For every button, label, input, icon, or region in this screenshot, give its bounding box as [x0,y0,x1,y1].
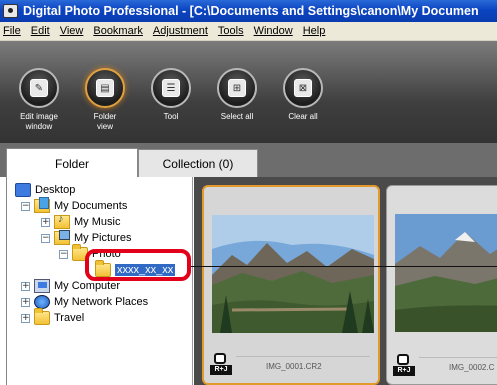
thumbnail-filename: IMG_0001.CR2 [266,362,322,371]
app-window: Digital Photo Professional - [C:\Documen… [0,0,497,385]
tree-item-my-pictures[interactable]: − My Pictures [41,230,131,246]
menu-file[interactable]: File [3,25,21,37]
thumbnail-filename: IMG_0002.C [449,363,495,372]
desktop-icon [15,183,31,197]
tree-label-my-pictures: My Pictures [74,232,132,244]
title-bar: Digital Photo Professional - [C:\Documen… [0,0,497,22]
camera-raw-icon: R+J [210,353,232,377]
expand-icon[interactable]: + [21,313,30,323]
tree-item-desktop[interactable]: Desktop [15,182,75,198]
menu-adjustment[interactable]: Adjustment [153,25,208,37]
my-documents-icon [34,197,50,213]
clear-all-label: Clear all [288,112,318,121]
select-all-icon: ⊞ [228,79,246,97]
edit-image-icon: ✎ [30,79,48,97]
thumbnail-item[interactable]: R+J IMG_0001.CR2 [202,185,380,385]
tree-label-desktop: Desktop [35,184,76,196]
expand-icon[interactable]: + [21,297,30,307]
menu-view[interactable]: View [60,25,84,37]
network-icon [34,295,50,309]
folder-view-button[interactable]: ▤ Folder view [72,68,138,143]
tool-palette-icon: ☰ [162,79,180,97]
tree-label-my-network: My Network Places [54,296,149,308]
thumbnail-area: R+J IMG_0001.CR2 R+J IMG_0002.C [194,177,497,385]
folder-tree: Desktop − My Documents + My Music − My P… [6,177,193,385]
tree-label-my-computer: My Computer [54,280,121,292]
my-computer-icon [34,279,50,293]
my-music-icon [54,213,70,229]
collapse-icon[interactable]: − [59,249,68,259]
expand-icon[interactable]: + [21,281,30,291]
highlight-callout [85,249,191,281]
tree-label-my-documents: My Documents [54,200,128,212]
menu-bookmark[interactable]: Bookmark [93,25,143,37]
tool-label: Tool [163,112,179,121]
collapse-icon[interactable]: − [21,201,30,211]
toolbar: ✎ Edit image window ▤ Folder view ☰ Tool… [0,41,497,143]
callout-line [191,266,497,267]
select-all-label: Select all [220,112,254,121]
tree-item-my-music[interactable]: + My Music [41,213,121,230]
my-pictures-icon [54,230,70,245]
window-title: Digital Photo Professional - [C:\Documen… [23,4,479,18]
clear-all-button[interactable]: ⊠ Clear all [270,68,336,143]
app-icon [3,4,18,18]
tree-label-travel: Travel [54,312,85,324]
tree-item-my-documents[interactable]: − My Documents [21,197,128,214]
menu-edit[interactable]: Edit [31,25,50,37]
tree-item-travel[interactable]: + Travel [21,308,85,326]
menu-help[interactable]: Help [303,25,326,37]
menu-tools[interactable]: Tools [218,25,244,37]
menu-bar: File Edit View Bookmark Adjustment Tools… [0,22,497,41]
tab-folder[interactable]: Folder [6,148,138,178]
panel-tabs: Folder Collection (0) [0,143,497,178]
tree-label-my-music: My Music [74,216,121,228]
tab-collection[interactable]: Collection (0) [138,149,258,177]
collapse-icon[interactable]: − [41,233,50,243]
thumbnail-item[interactable]: R+J IMG_0002.C [386,185,497,385]
select-all-button[interactable]: ⊞ Select all [204,68,270,143]
camera-raw-icon: R+J [393,354,415,378]
clear-all-icon: ⊠ [294,79,312,97]
expand-icon[interactable]: + [41,217,50,227]
folder-view-label: Folder view [93,112,117,131]
tool-button[interactable]: ☰ Tool [138,68,204,143]
folder-icon [34,308,50,325]
thumbnail-image [212,215,374,333]
edit-image-window-label: Edit image window [20,112,58,131]
edit-image-window-button[interactable]: ✎ Edit image window [6,68,72,143]
thumbnail-image [395,214,497,332]
menu-window[interactable]: Window [254,25,293,37]
folder-view-icon: ▤ [96,79,114,97]
